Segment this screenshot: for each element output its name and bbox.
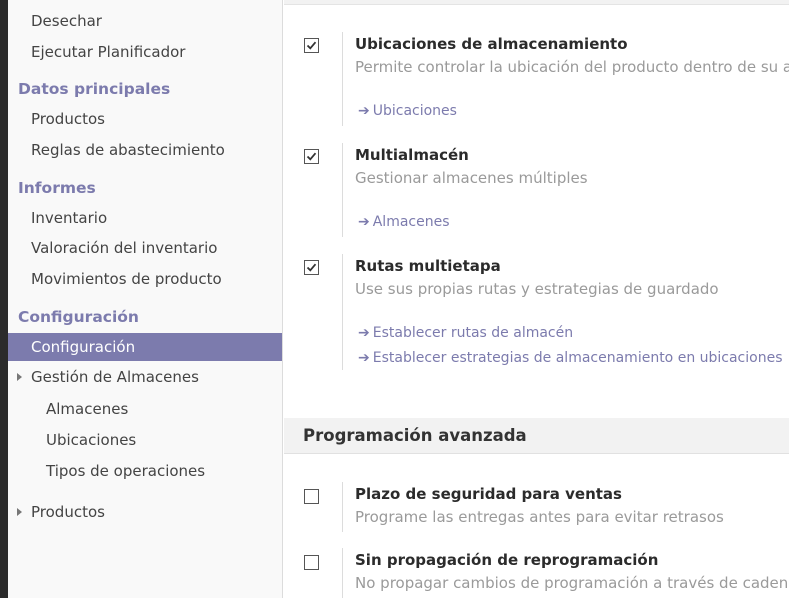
setting-title: Rutas multietapa bbox=[355, 257, 501, 275]
sidebar-item-movimientos-producto[interactable]: Movimientos de producto bbox=[8, 265, 282, 293]
top-divider bbox=[284, 0, 789, 5]
sidebar-menu: Desechar Ejecutar Planificador Datos pri… bbox=[8, 0, 283, 598]
window-edge bbox=[0, 0, 8, 598]
sidebar-item-label: Desechar bbox=[31, 12, 102, 30]
sidebar-section-label: Configuración bbox=[18, 308, 139, 326]
setting-title: Sin propagación de reprogramación bbox=[355, 551, 659, 569]
sidebar-item-productos[interactable]: Productos bbox=[8, 105, 282, 133]
setting-divider bbox=[342, 143, 343, 237]
sidebar-item-desechar[interactable]: Desechar bbox=[8, 7, 282, 35]
caret-right-icon bbox=[17, 373, 22, 381]
caret-right-icon bbox=[17, 508, 22, 516]
setting-divider bbox=[342, 548, 343, 598]
sidebar-item-label: Inventario bbox=[31, 209, 108, 227]
settings-panel: Ubicaciones de almacenamiento Permite co… bbox=[284, 0, 789, 598]
sidebar-item-label: Productos bbox=[31, 503, 105, 521]
setting-checkbox[interactable] bbox=[304, 260, 319, 275]
sidebar-section-datos-principales: Datos principales bbox=[8, 75, 282, 103]
sidebar-item-label: Gestión de Almacenes bbox=[31, 368, 199, 386]
sidebar-item-productos-group[interactable]: Productos bbox=[8, 498, 282, 526]
sidebar-item-label: Configuración bbox=[31, 338, 136, 356]
setting-description: Permite controlar la ubicación del produ… bbox=[355, 58, 789, 76]
sidebar-section-label: Informes bbox=[18, 179, 96, 197]
sidebar-item-label: Ejecutar Planificador bbox=[31, 43, 186, 61]
sidebar-item-gestion-almacenes[interactable]: Gestión de Almacenes bbox=[8, 363, 282, 391]
link-label: Establecer estrategias de almacenamiento… bbox=[372, 350, 783, 366]
sidebar-item-ejecutar-planificador[interactable]: Ejecutar Planificador bbox=[8, 38, 282, 66]
sidebar-item-label: Productos bbox=[31, 110, 105, 128]
setting-checkbox[interactable] bbox=[304, 489, 319, 504]
sidebar-item-label: Ubicaciones bbox=[46, 431, 137, 449]
setting-divider bbox=[342, 482, 343, 532]
arrow-right-icon: ➔ bbox=[358, 350, 370, 366]
link-label: Ubicaciones bbox=[372, 103, 457, 119]
sidebar-subitem-tipos-operaciones[interactable]: Tipos de operaciones bbox=[8, 457, 282, 485]
sidebar-item-label: Valoración del inventario bbox=[31, 239, 218, 257]
setting-description: Gestionar almacenes múltiples bbox=[355, 169, 588, 187]
sidebar-item-configuracion[interactable]: Configuración bbox=[8, 333, 282, 361]
setting-checkbox[interactable] bbox=[304, 555, 319, 570]
link-establecer-estrategias[interactable]: ➔ Establecer estrategias de almacenamient… bbox=[358, 350, 783, 366]
sidebar-item-label: Almacenes bbox=[46, 400, 129, 418]
check-icon bbox=[306, 263, 317, 272]
sidebar-subitem-ubicaciones[interactable]: Ubicaciones bbox=[8, 426, 282, 454]
setting-description: Use sus propias rutas y estrategias de g… bbox=[355, 280, 719, 298]
setting-divider bbox=[342, 254, 343, 370]
sidebar-item-label: Reglas de abastecimiento bbox=[31, 141, 225, 159]
sidebar-item-reglas-abastecimiento[interactable]: Reglas de abastecimiento bbox=[8, 136, 282, 164]
link-label: Almacenes bbox=[372, 214, 450, 230]
arrow-right-icon: ➔ bbox=[358, 103, 370, 119]
sidebar-item-inventario[interactable]: Inventario bbox=[8, 204, 282, 232]
setting-title: Ubicaciones de almacenamiento bbox=[355, 35, 628, 53]
section-header: Programación avanzada bbox=[284, 418, 789, 454]
check-icon bbox=[306, 152, 317, 161]
sidebar-section-informes: Informes bbox=[8, 174, 282, 202]
setting-checkbox[interactable] bbox=[304, 149, 319, 164]
sidebar-item-valoracion-inventario[interactable]: Valoración del inventario bbox=[8, 234, 282, 262]
link-establecer-rutas[interactable]: ➔ Establecer rutas de almacén bbox=[358, 325, 573, 341]
setting-title: Multialmacén bbox=[355, 146, 469, 164]
setting-checkbox[interactable] bbox=[304, 38, 319, 53]
sidebar-section-label: Datos principales bbox=[18, 80, 171, 98]
setting-divider bbox=[342, 32, 343, 126]
arrow-right-icon: ➔ bbox=[358, 214, 370, 230]
sidebar-item-label: Movimientos de producto bbox=[31, 270, 222, 288]
sidebar-section-configuracion: Configuración bbox=[8, 303, 282, 331]
setting-description: Programe las entregas antes para evitar … bbox=[355, 508, 724, 526]
setting-description: No propagar cambios de programación a tr… bbox=[355, 574, 789, 592]
section-title: Programación avanzada bbox=[303, 426, 527, 445]
link-label: Establecer rutas de almacén bbox=[372, 325, 574, 341]
sidebar-subitem-almacenes[interactable]: Almacenes bbox=[8, 395, 282, 423]
link-almacenes[interactable]: ➔ Almacenes bbox=[358, 214, 450, 230]
sidebar-item-label: Tipos de operaciones bbox=[46, 462, 206, 480]
arrow-right-icon: ➔ bbox=[358, 325, 370, 341]
check-icon bbox=[306, 41, 317, 50]
link-ubicaciones[interactable]: ➔ Ubicaciones bbox=[358, 103, 457, 119]
setting-title: Plazo de seguridad para ventas bbox=[355, 485, 622, 503]
